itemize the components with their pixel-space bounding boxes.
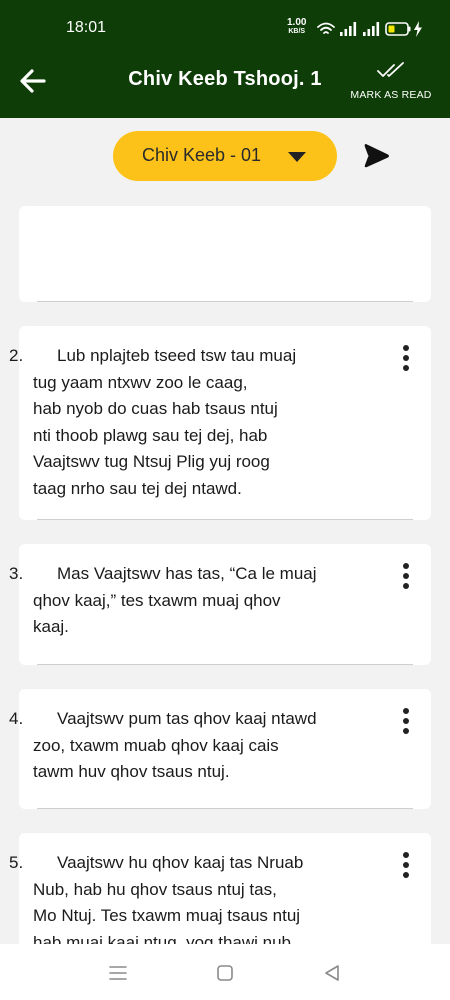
verse-text: 3. Mas Vaajtswv has tas, “Ca le muaj qhov… — [9, 561, 351, 641]
dot-icon — [403, 563, 409, 569]
verse-line: Mas Vaajtswv has tas, “Ca le muaj — [57, 564, 317, 583]
verse-line: tug yaam ntxwv zoo le caag, — [33, 372, 248, 392]
recent-apps-button[interactable] — [107, 962, 129, 984]
chapter-dropdown-label: Chiv Keeb - 01 — [142, 145, 262, 165]
card-divider — [37, 808, 413, 809]
verse-card: 4. Vaajtswv pum tas qhov kaaj ntawd zoo, … — [9, 689, 431, 809]
chapter-dropdown[interactable]: Chiv Keeb - 01 — [113, 131, 337, 181]
dot-icon — [403, 852, 409, 858]
dot-icon — [403, 728, 409, 734]
dot-icon — [403, 365, 409, 371]
more-options-button[interactable] — [397, 344, 417, 374]
dot-icon — [403, 573, 409, 579]
verse-text: 2. Lub nplajteb tseed tsw tau muaj tug ya… — [9, 343, 351, 502]
chevron-down-icon — [288, 152, 306, 162]
arrow-left-icon — [20, 69, 46, 93]
wifi-icon — [317, 22, 335, 34]
dot-icon — [403, 872, 409, 878]
app-bar: Chiv Keeb Tshooj. 1 MARK AS READ — [0, 50, 450, 118]
verse-line: Lub nplajteb tseed tsw tau muaj — [57, 346, 297, 365]
verse-number: 4. — [9, 709, 24, 728]
more-options-button[interactable] — [397, 851, 417, 881]
verse-line: tawm huv qhov tsaus ntuj. — [33, 762, 230, 781]
status-bar: 18:01 1.00 KB/S — [0, 0, 450, 50]
card-divider — [37, 519, 413, 520]
verse-card: 2. Lub nplajteb tseed tsw tau muaj tug ya… — [9, 326, 431, 520]
verse-card-empty — [19, 206, 431, 302]
system-nav-bar — [0, 944, 450, 1000]
verse-text: 4. Vaajtswv pum tas qhov kaaj ntawd zoo, … — [9, 706, 351, 786]
card-divider — [37, 664, 413, 665]
dot-icon — [403, 355, 409, 361]
verse-line: hab nyob do cuas hab tsaus ntuj — [33, 399, 278, 418]
verse-line: Nub, hab hu qhov tsaus ntuj tas, — [33, 879, 277, 899]
verse-text: 5. Vaajtswv hu qhov kaaj tas Nruab Nub, h… — [9, 850, 351, 956]
play-icon — [364, 144, 389, 168]
verse-card: 3. Mas Vaajtswv has tas, “Ca le muaj qhov… — [9, 544, 431, 665]
card-divider — [37, 301, 413, 302]
menu-icon — [109, 966, 127, 980]
mark-as-read-label: MARK AS READ — [350, 89, 432, 101]
back-triangle-icon — [325, 965, 339, 981]
dot-icon — [403, 345, 409, 351]
more-options-button[interactable] — [397, 707, 417, 737]
verse-line: Vaajtswv tug Ntsuj Plig yuj roog — [33, 452, 270, 471]
system-back-button[interactable] — [321, 962, 343, 984]
battery-charging-icon — [385, 21, 422, 37]
status-time: 18:01 — [66, 19, 107, 36]
home-square-icon — [217, 965, 233, 981]
verse-line: kaaj. — [33, 617, 69, 636]
verse-line: zoo, txawm muab qhov kaaj cais — [33, 735, 279, 755]
home-button[interactable] — [214, 962, 236, 984]
verse-number: 3. — [9, 564, 24, 583]
verse-line: Vaajtswv hu qhov kaaj tas Nruab — [57, 853, 304, 872]
verse-number: 2. — [9, 346, 24, 365]
dot-icon — [403, 862, 409, 868]
back-button[interactable] — [16, 64, 50, 98]
signal-icon — [340, 22, 357, 36]
dot-icon — [403, 583, 409, 589]
verse-line: qhov kaaj,” tes txawm muaj qhov — [33, 590, 281, 610]
play-audio-button[interactable] — [362, 141, 392, 171]
network-speed-unit: KB/S — [288, 28, 306, 35]
double-check-icon — [377, 62, 404, 77]
more-options-button[interactable] — [397, 562, 417, 592]
dot-icon — [403, 718, 409, 724]
verse-line: taag nrho sau tej dej ntawd. — [33, 478, 242, 498]
verse-line: Vaajtswv pum tas qhov kaaj ntawd — [57, 709, 317, 728]
verse-number: 5. — [9, 853, 24, 872]
dot-icon — [403, 708, 409, 714]
signal-icon — [363, 22, 380, 36]
network-speed: 1.00 KB/S — [287, 18, 306, 36]
status-icons — [317, 21, 422, 37]
verse-line: nti thoob plawg sau tej dej, hab — [33, 425, 268, 445]
mark-as-read-button[interactable]: MARK AS READ — [346, 62, 436, 106]
verse-line: Mo Ntuj. Tes txawm muaj tsaus ntuj — [33, 906, 301, 925]
